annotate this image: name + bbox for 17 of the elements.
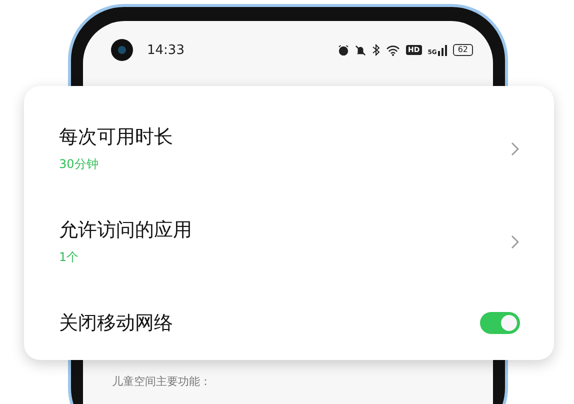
bell-off-icon — [355, 44, 366, 56]
status-time: 14:33 — [147, 42, 186, 58]
toggle-switch[interactable] — [480, 312, 520, 334]
setting-title: 关闭移动网络 — [59, 311, 173, 336]
signal-icon — [438, 44, 447, 56]
setting-value: 30分钟 — [59, 156, 100, 173]
setting-value: 1个 — [59, 249, 80, 266]
setting-title[interactable]: 每次可用时长 — [59, 124, 173, 150]
chevron-right-icon[interactable] — [510, 142, 520, 156]
setting-title[interactable]: 允许访问的应用 — [59, 217, 192, 243]
wifi-icon — [386, 44, 400, 56]
feature-heading: 儿童空间主要功能： — [112, 374, 211, 389]
camera-icon — [111, 39, 133, 61]
alarm-icon — [338, 44, 350, 56]
battery-indicator: 62 — [452, 44, 473, 56]
bluetooth-icon — [372, 44, 380, 56]
chevron-right-icon[interactable] — [510, 234, 520, 248]
